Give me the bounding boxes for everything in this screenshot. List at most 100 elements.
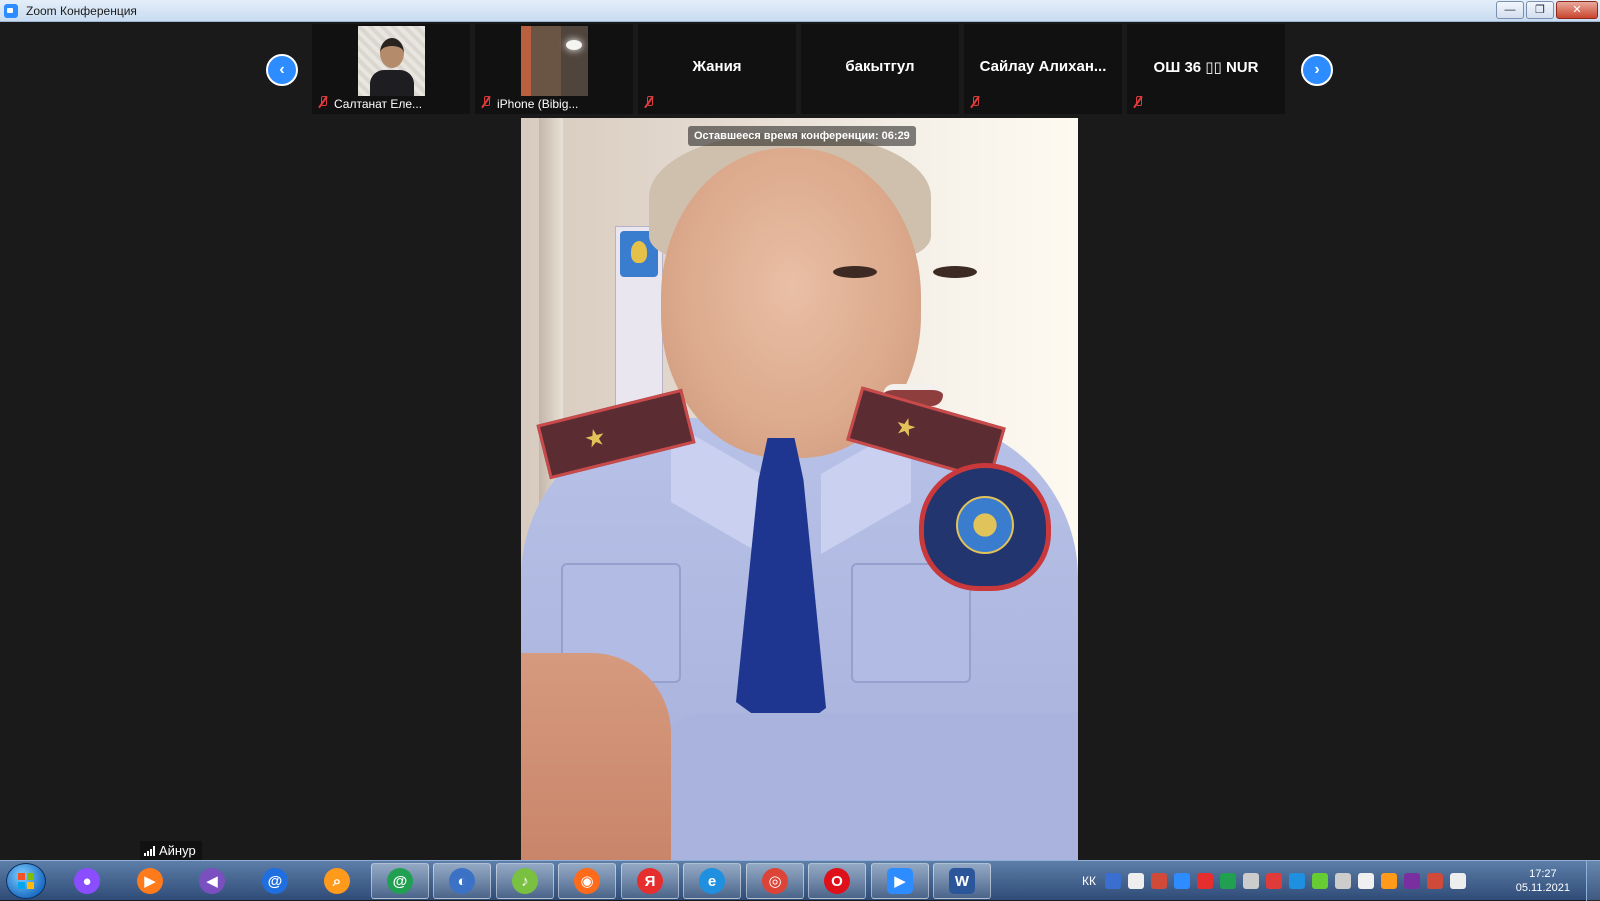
person-body	[370, 70, 414, 96]
window-title: Zoom Конференция	[26, 3, 137, 18]
tray-app-icon[interactable]	[1403, 873, 1420, 889]
minimize-button[interactable]: —	[1496, 1, 1524, 19]
start-button[interactable]	[6, 863, 46, 899]
participant-name: Салтанат Еле...	[334, 97, 423, 111]
taskbar-app-mail[interactable]: @	[246, 863, 304, 899]
tray-app-icon[interactable]	[1104, 873, 1121, 889]
tray-app-icon[interactable]	[1219, 873, 1236, 889]
agent-icon: @	[387, 868, 413, 894]
close-button[interactable]: ✕	[1556, 1, 1598, 19]
participant-strip: ‹ Салтанат Еле... iPhone (Bibig... Жания…	[0, 22, 1600, 118]
opera-icon: O	[824, 868, 850, 894]
window-titlebar: Zoom Конференция — ❐ ✕	[0, 0, 1600, 22]
system-tray: КК	[1082, 861, 1466, 901]
system-clock[interactable]: 17:27 05.11.2021	[1516, 867, 1570, 895]
tray-app-icon[interactable]	[1127, 873, 1144, 889]
video-person-arm	[641, 713, 1078, 860]
taskbar-app-vs[interactable]: ◀	[183, 863, 241, 899]
taskbar-app-firefox-old[interactable]: ◐	[433, 863, 491, 899]
taskbar-app-firefox[interactable]: ◉	[558, 863, 616, 899]
mic-muted-icon	[318, 96, 328, 108]
active-speaker-video[interactable]: ★ ★ Оставшееся время конференции: 06:29	[521, 118, 1078, 860]
tray-icons	[1104, 873, 1466, 889]
tray-app-icon[interactable]	[1150, 873, 1167, 889]
participant-tile-4[interactable]: бакытгул	[801, 24, 959, 114]
vs-icon: ◀	[199, 868, 225, 894]
mail-icon: @	[262, 868, 288, 894]
window-controls: — ❐ ✕	[1496, 1, 1598, 19]
taskbar-app-media[interactable]: ▶	[121, 863, 179, 899]
participant-name: бакытгул	[845, 58, 915, 75]
taskbar-app-word[interactable]: W	[933, 863, 991, 899]
mic-muted-icon	[1133, 96, 1143, 108]
media-icon: ▶	[137, 868, 163, 894]
video-person-hand	[521, 653, 671, 860]
firefox-old-icon: ◐	[449, 868, 475, 894]
restore-button[interactable]: ❐	[1526, 1, 1554, 19]
participant-name: ОШ 36 ▯▯ NUR	[1153, 59, 1259, 76]
room-light	[566, 40, 582, 50]
participant-tile-6[interactable]: ОШ 36 ▯▯ NUR	[1127, 24, 1285, 114]
tray-app-icon[interactable]	[1311, 873, 1328, 889]
zoom-icon: ▶	[887, 868, 913, 894]
next-page-button[interactable]: ›	[1301, 54, 1333, 86]
taskbar-app-search[interactable]: ⌕	[308, 863, 366, 899]
mic-muted-icon	[481, 96, 491, 108]
chrome-icon: ◎	[762, 868, 788, 894]
participant-name: iPhone (Bibig...	[497, 97, 579, 111]
meeting-time-remaining: Оставшееся время конференции: 06:29	[688, 126, 916, 146]
active-speaker-name: Айнур	[159, 843, 196, 858]
patch-seal-icon	[956, 496, 1014, 554]
taskbar-app-alice[interactable]: ●	[58, 863, 116, 899]
taskbar-app-music[interactable]: ♪	[496, 863, 554, 899]
music-icon: ♪	[512, 868, 538, 894]
tray-app-icon[interactable]	[1334, 873, 1351, 889]
video-person-right-eye	[933, 266, 977, 278]
taskbar-app-ie[interactable]: e	[683, 863, 741, 899]
word-icon: W	[949, 868, 975, 894]
tray-app-icon[interactable]	[1288, 873, 1305, 889]
taskbar-app-zoom[interactable]: ▶	[871, 863, 929, 899]
prev-page-button[interactable]: ‹	[266, 54, 298, 86]
tray-app-icon[interactable]	[1265, 873, 1282, 889]
taskbar-app-opera[interactable]: O	[808, 863, 866, 899]
video-sleeve-patch	[919, 463, 1051, 591]
taskbar-app-yandex[interactable]: Я	[621, 863, 679, 899]
tray-app-icon[interactable]	[1380, 873, 1397, 889]
connection-signal-icon	[144, 845, 155, 856]
participant-name: Сайлау Алихан...	[979, 58, 1107, 75]
tray-app-icon[interactable]	[1357, 873, 1374, 889]
tray-app-icon[interactable]	[1426, 873, 1443, 889]
clock-time: 17:27	[1529, 868, 1557, 880]
firefox-icon: ◉	[574, 868, 600, 894]
show-desktop-button[interactable]	[1586, 861, 1600, 901]
windows-taskbar: ● ▶ ◀ @ ⌕ @ ◐ ♪ ◉ Яe ◎ O ▶ W КК 17:27 05.11.2021	[0, 860, 1600, 901]
epaulet-star-icon: ★	[891, 411, 920, 444]
alice-icon: ●	[74, 868, 100, 894]
mic-muted-icon	[644, 96, 654, 108]
person-head	[380, 38, 404, 68]
epaulet-star-icon: ★	[581, 422, 609, 455]
tray-app-icon[interactable]	[1196, 873, 1213, 889]
ie-icon: e	[699, 868, 725, 894]
participant-tile-3[interactable]: Жания	[638, 24, 796, 114]
input-language[interactable]: КК	[1082, 874, 1096, 888]
tray-app-icon[interactable]	[1449, 873, 1466, 889]
video-person-left-eye	[833, 266, 877, 278]
participant-tile-1[interactable]: Салтанат Еле...	[312, 24, 470, 114]
clock-date: 05.11.2021	[1515, 882, 1570, 894]
participant-name: Жания	[692, 58, 742, 75]
participant-tile-2[interactable]: iPhone (Bibig...	[475, 24, 633, 114]
tray-app-icon[interactable]	[1173, 873, 1190, 889]
zoom-app-icon	[4, 3, 18, 18]
tray-app-icon[interactable]	[1242, 873, 1259, 889]
participant-video-thumbnail	[358, 26, 425, 96]
active-speaker-label: Айнур	[140, 841, 202, 860]
search-icon: ⌕	[324, 868, 350, 894]
participant-tile-5[interactable]: Сайлау Алихан...	[964, 24, 1122, 114]
taskbar-app-agent[interactable]: @	[371, 863, 429, 899]
taskbar-app-chrome[interactable]: ◎	[746, 863, 804, 899]
yandex-icon: Я	[637, 868, 663, 894]
mic-muted-icon	[970, 96, 980, 108]
participant-video-thumbnail	[521, 26, 588, 96]
